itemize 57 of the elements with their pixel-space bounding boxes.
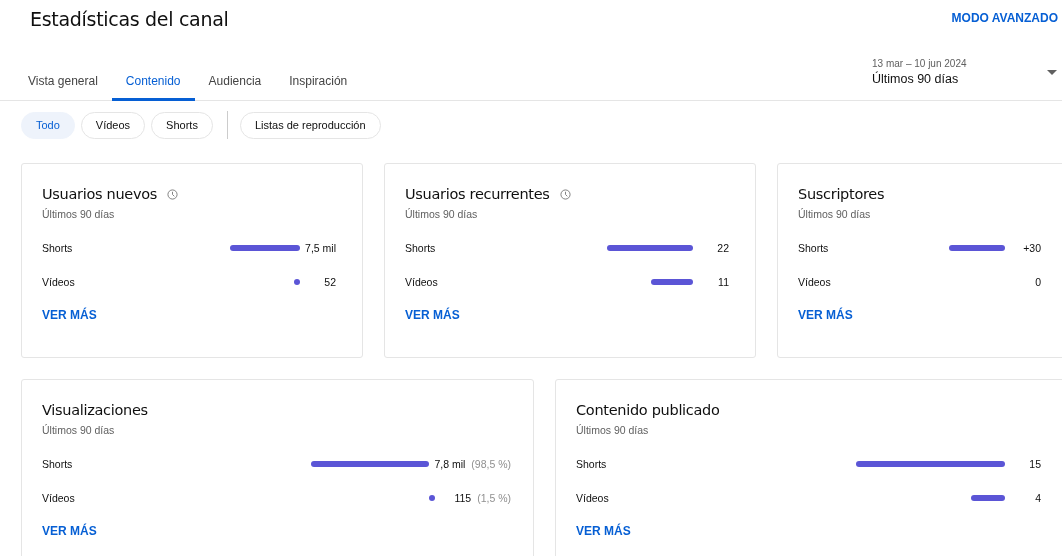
card-title: Usuarios recurrentes (405, 186, 550, 202)
metric-value: 22 (716, 242, 729, 254)
card-period: Últimos 90 días (42, 208, 116, 220)
tab[interactable]: Audiencia (194, 74, 276, 101)
date-range-label: Últimos 90 días (872, 72, 960, 86)
metric-label: Shorts (42, 458, 74, 470)
metric-value: 52 (323, 276, 336, 288)
metric-label: Shorts (405, 242, 437, 254)
card-period: Últimos 90 días (42, 424, 116, 436)
metric-value: 0 (1034, 276, 1041, 288)
metric-bar (971, 495, 1005, 501)
metric-bar (294, 279, 300, 285)
date-range-picker[interactable]: 13 mar – 10 jun 2024 Últimos 90 días (872, 58, 1062, 86)
filter-chip[interactable]: Todo (21, 111, 75, 139)
metric-label: Vídeos (576, 492, 610, 504)
see-more-link[interactable]: VER MÁS (405, 308, 460, 322)
metric-label: Shorts (576, 458, 608, 470)
card-title: Suscriptores (798, 186, 885, 202)
metric-label: Vídeos (42, 276, 76, 288)
card-title: Contenido publicado (576, 402, 720, 418)
card-title: Visualizaciones (42, 402, 148, 418)
metric-label: Shorts (798, 242, 830, 254)
filter-chip[interactable]: Shorts (151, 111, 213, 139)
advanced-mode-link[interactable]: MODO AVANZADO (951, 11, 1058, 25)
metric-value: 7,8 mil (433, 458, 466, 470)
tab[interactable]: Vista general (14, 74, 112, 101)
tab[interactable]: Contenido (111, 74, 195, 101)
metric-value: 115 (453, 492, 472, 504)
card-period: Últimos 90 días (576, 424, 650, 436)
metric-share: (1,5 %) (477, 492, 511, 504)
metric-share: (98,5 %) (471, 458, 511, 470)
metric-bar (429, 495, 436, 501)
metric-value: 7,5 mil (304, 242, 336, 254)
metric-label: Shorts (42, 242, 74, 254)
card-period: Últimos 90 días (798, 208, 872, 220)
see-more-link[interactable]: VER MÁS (576, 524, 631, 538)
date-range-dates: 13 mar – 10 jun 2024 (872, 58, 968, 69)
metric-label: Vídeos (405, 276, 439, 288)
metric-bar (230, 245, 300, 251)
metric-bar (651, 279, 693, 285)
metric-label: Vídeos (798, 276, 832, 288)
tab[interactable]: Inspiración (275, 74, 362, 101)
metric-value: 4 (1034, 492, 1041, 504)
caret-icon (1047, 69, 1057, 75)
metric-value: 15 (1028, 458, 1041, 470)
metric-label: Vídeos (42, 492, 76, 504)
filter-chip[interactable]: Listas de reproducción (239, 111, 381, 139)
see-more-link[interactable]: VER MÁS (798, 308, 853, 322)
metric-value: 11 (717, 276, 729, 288)
page-title: Estadísticas del canal (30, 8, 229, 30)
metric-bar (949, 245, 1005, 251)
see-more-link[interactable]: VER MÁS (42, 308, 97, 322)
card-title: Usuarios nuevos (42, 186, 158, 202)
metric-value: +30 (1022, 242, 1041, 254)
see-more-link[interactable]: VER MÁS (42, 524, 97, 538)
card-period: Últimos 90 días (405, 208, 479, 220)
filter-chip[interactable]: Vídeos (80, 111, 146, 139)
